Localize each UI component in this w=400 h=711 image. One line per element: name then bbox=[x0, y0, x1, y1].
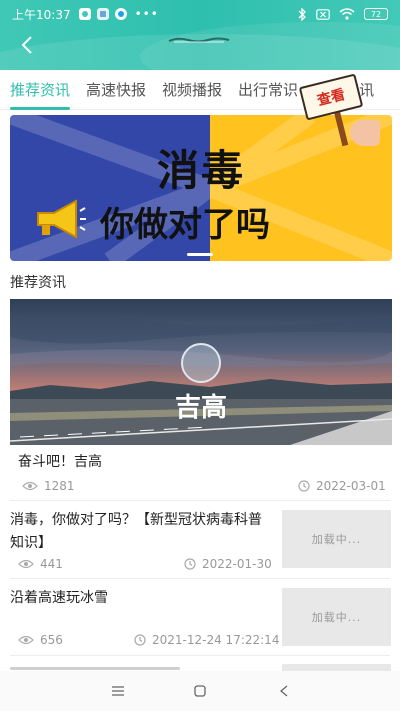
eye-icon bbox=[22, 481, 38, 491]
clock-icon bbox=[298, 480, 310, 492]
app-header: 上午10:37 ••• 72 bbox=[0, 0, 400, 70]
tab-recommended[interactable]: 推荐资讯 bbox=[0, 70, 78, 110]
notification-icon bbox=[96, 8, 109, 20]
banner-title-line2: 你做对了吗 bbox=[100, 205, 270, 245]
back-button[interactable] bbox=[14, 32, 40, 58]
hand-illustration bbox=[350, 120, 380, 146]
eye-icon bbox=[18, 635, 34, 645]
article-thumbnail[interactable]: 加载中... bbox=[282, 510, 391, 568]
clock-icon bbox=[184, 558, 196, 570]
article-date: 2021-12-24 17:22:14 bbox=[134, 633, 279, 647]
tab-video[interactable]: 视频播报 bbox=[154, 70, 230, 110]
app-notification-icon bbox=[78, 8, 91, 20]
home-button[interactable] bbox=[192, 683, 208, 699]
wifi-icon bbox=[339, 8, 355, 20]
carousel-indicator bbox=[187, 253, 213, 256]
menu-button[interactable] bbox=[110, 683, 126, 699]
view-count: 441 bbox=[40, 557, 63, 571]
tab-travel-tips[interactable]: 出行常识 bbox=[230, 70, 306, 110]
banner-carousel[interactable]: 消毒 你做对了吗 bbox=[10, 115, 392, 261]
article-title[interactable]: 沿着高速玩冰雪 bbox=[10, 587, 275, 610]
section-title: 推荐资讯 bbox=[10, 275, 66, 291]
featured-views: 1281 bbox=[22, 479, 75, 493]
tab-highway-news[interactable]: 高速快报 bbox=[78, 70, 154, 110]
home-icon bbox=[194, 685, 206, 697]
publish-date: 2022-03-01 bbox=[316, 479, 386, 493]
app-logo bbox=[168, 37, 230, 43]
next-article-peek[interactable] bbox=[10, 662, 275, 671]
system-nav-bar bbox=[0, 671, 400, 711]
menu-icon bbox=[112, 686, 124, 696]
publish-date: 2021-12-24 17:22:14 bbox=[152, 633, 280, 647]
status-time: 上午10:37 bbox=[12, 7, 71, 22]
next-article-thumbnail-peek[interactable] bbox=[282, 664, 391, 671]
featured-image[interactable]: 吉高 bbox=[10, 299, 392, 445]
article-thumbnail[interactable]: 加载中... bbox=[282, 588, 391, 646]
article-views: 656 bbox=[18, 633, 63, 647]
article-views: 441 bbox=[18, 557, 63, 571]
eye-icon bbox=[18, 559, 34, 569]
status-bar: 上午10:37 ••• 72 bbox=[0, 0, 400, 28]
back-triangle-icon bbox=[280, 685, 288, 697]
featured-image-text: 吉高 bbox=[175, 392, 227, 423]
battery-level: 72 bbox=[370, 9, 382, 19]
divider bbox=[10, 500, 390, 501]
featured-title[interactable]: 奋斗吧！吉高 bbox=[18, 451, 102, 471]
clock-icon bbox=[134, 634, 146, 646]
divider bbox=[10, 578, 390, 579]
chevron-left-icon bbox=[21, 36, 32, 54]
view-count: 656 bbox=[40, 633, 63, 647]
article-title[interactable]: 消毒，你做对了吗？【新型冠状病毒科普知识】 bbox=[10, 509, 275, 555]
more-notifications-icon: ••• bbox=[134, 7, 159, 21]
no-sim-icon bbox=[316, 8, 330, 20]
battery-icon: 72 bbox=[364, 8, 388, 20]
bluetooth-icon bbox=[298, 7, 306, 21]
system-back-button[interactable] bbox=[276, 683, 292, 699]
banner-title-line1: 消毒 bbox=[156, 146, 245, 195]
divider bbox=[10, 655, 390, 656]
featured-date: 2022-03-01 bbox=[298, 479, 386, 493]
article-date: 2022-01-30 bbox=[184, 557, 272, 571]
publish-date: 2022-01-30 bbox=[202, 557, 272, 571]
highway-sunset-image: 吉高 bbox=[10, 299, 392, 445]
message-icon bbox=[114, 8, 127, 20]
megaphone-icon bbox=[37, 199, 86, 239]
view-count: 1281 bbox=[44, 479, 75, 493]
